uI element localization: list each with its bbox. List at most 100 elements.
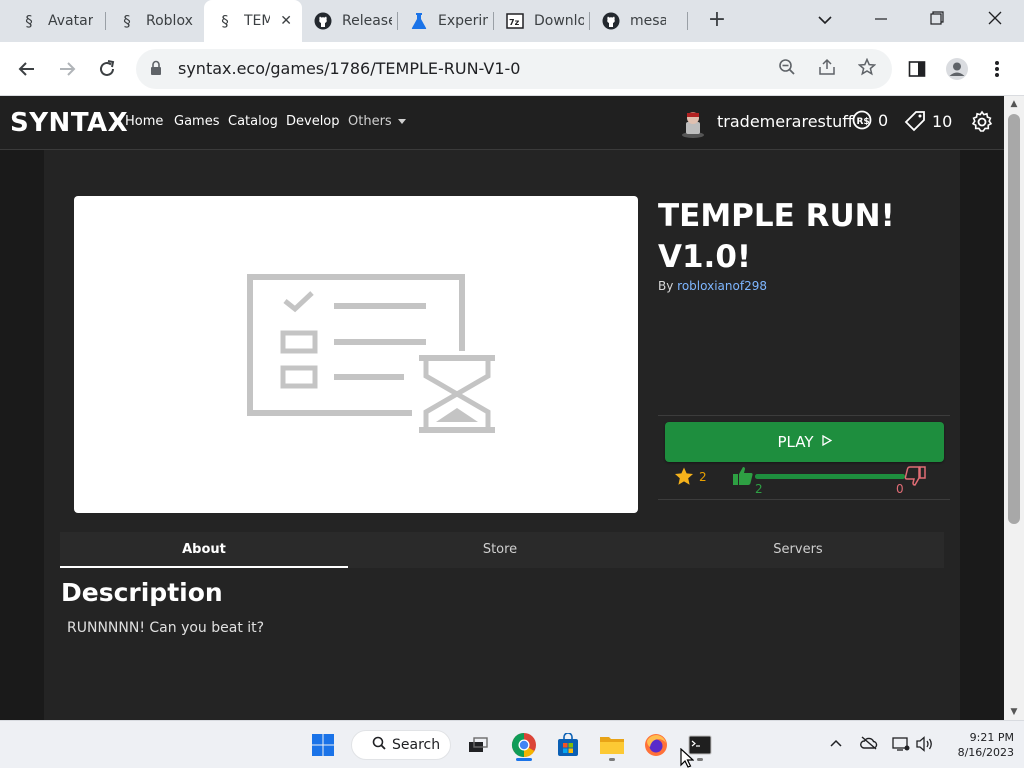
new-tab-button[interactable]: + [704, 8, 730, 34]
close-window-button[interactable] [972, 0, 1018, 40]
browser-tab-active[interactable]: § TEMPLE ✕ [204, 0, 302, 42]
nav-catalog[interactable]: Catalog [228, 114, 278, 129]
close-tab-icon[interactable]: ✕ [280, 13, 292, 29]
favorite-star-icon[interactable] [674, 467, 694, 486]
chevron-down-icon [397, 119, 406, 124]
share-icon[interactable] [816, 58, 838, 80]
chrome-icon[interactable] [508, 729, 540, 761]
description-heading: Description [61, 578, 223, 607]
description-text: RUNNNNN! Can you beat it? [67, 620, 265, 636]
settings-gear-icon[interactable] [970, 110, 994, 134]
restore-button[interactable] [914, 0, 960, 40]
back-arrow-icon[interactable] [12, 54, 42, 84]
game-page-container: TEMPLE RUN! V1.0! By robloxianof298 PLAY… [44, 150, 960, 720]
site-logo[interactable]: SYNTAX [10, 108, 128, 138]
nav-games[interactable]: Games [174, 114, 219, 129]
minimize-button[interactable] [858, 0, 904, 40]
play-label: PLAY [777, 433, 814, 451]
syntax-logo-icon: § [25, 12, 33, 30]
browser-tab-strip: § Avatar § Roblox § TEMPLE ✕ Releases Ex… [0, 0, 1024, 42]
favorite-count: 2 [699, 470, 707, 484]
scroll-down-arrow-icon[interactable]: ▼ [1004, 704, 1024, 720]
syntax-logo-icon: § [221, 12, 229, 30]
robux-balance[interactable]: R$ 0 [852, 110, 888, 130]
tab-servers[interactable]: Servers [654, 532, 942, 568]
page-scrollbar[interactable]: ▲ ▼ [1004, 96, 1024, 720]
play-triangle-icon [821, 434, 832, 449]
volume-icon[interactable] [916, 736, 934, 756]
taskbar-search-button[interactable]: Search [351, 730, 451, 760]
browser-tab[interactable]: § Avatar [8, 0, 106, 42]
nav-home[interactable]: Home [125, 114, 163, 129]
bookmark-star-icon[interactable] [856, 57, 878, 80]
like-ratio-fill [755, 474, 905, 479]
browser-tab[interactable]: § Roblox [106, 0, 204, 42]
flask-icon [410, 12, 428, 30]
nav-others-label: Others [348, 114, 392, 129]
tickets-count: 10 [932, 111, 953, 131]
7zip-icon: 7z [506, 12, 524, 30]
scrollbar-thumb[interactable] [1008, 114, 1020, 524]
thumbs-up-icon[interactable] [732, 466, 754, 486]
microsoft-store-icon[interactable] [552, 729, 584, 761]
game-byline: By robloxianof298 [658, 279, 767, 293]
github-icon [602, 12, 620, 30]
username[interactable]: trademerarestuff [717, 112, 853, 131]
svg-text:R$: R$ [857, 117, 870, 127]
windows-taskbar: Search 9:21 PM 8/16/2023 [0, 720, 1024, 768]
pending-review-placeholder-icon [247, 274, 500, 435]
site-navbar: SYNTAX Home Games Catalog Develop Others… [0, 96, 1004, 150]
game-thumbnail [74, 196, 638, 513]
like-ratio-bar [755, 474, 905, 479]
lock-icon[interactable] [150, 60, 162, 76]
zoom-out-icon[interactable] [776, 58, 798, 80]
tab-store[interactable]: Store [356, 532, 644, 568]
search-label: Search [392, 737, 441, 753]
user-avatar[interactable] [680, 108, 706, 138]
play-button[interactable]: PLAY [665, 422, 944, 462]
tickets-balance[interactable]: 10 [904, 110, 952, 132]
firefox-icon[interactable] [640, 729, 672, 761]
forward-arrow-icon[interactable] [52, 54, 82, 84]
like-count: 2 [755, 482, 763, 496]
dislike-count: 0 [896, 482, 904, 496]
by-label: By [658, 279, 674, 293]
browser-menu-icon[interactable] [984, 56, 1010, 82]
browser-toolbar: syntax.eco/games/1786/TEMPLE-RUN-V1-0 [0, 42, 1024, 96]
scroll-up-arrow-icon[interactable]: ▲ [1004, 96, 1024, 112]
network-icon[interactable] [892, 736, 910, 756]
tab-about[interactable]: About [60, 532, 348, 568]
divider [658, 499, 950, 500]
profile-avatar-icon[interactable] [944, 56, 970, 82]
task-view-icon[interactable] [462, 729, 494, 761]
browser-tab[interactable]: Releases [302, 0, 398, 42]
side-panel-icon[interactable] [904, 56, 930, 82]
divider [658, 415, 950, 416]
thumbs-down-icon[interactable] [904, 466, 926, 486]
nav-develop[interactable]: Develop [286, 114, 340, 129]
show-hidden-icons-chevron-icon[interactable] [830, 735, 842, 751]
robux-icon: R$ [852, 110, 872, 130]
running-app-indicator [697, 758, 703, 761]
svg-text:7z: 7z [509, 18, 520, 27]
system-clock[interactable]: 9:21 PM 8/16/2023 [944, 730, 1014, 760]
browser-tab[interactable]: Experiments [398, 0, 494, 42]
creator-link[interactable]: robloxianof298 [677, 279, 767, 293]
nav-others-dropdown[interactable]: Others [348, 114, 406, 129]
browser-tab[interactable]: 7z Download [494, 0, 590, 42]
page-viewport: SYNTAX Home Games Catalog Develop Others… [0, 96, 1004, 720]
url-text[interactable]: syntax.eco/games/1786/TEMPLE-RUN-V1-0 [178, 49, 520, 89]
reload-icon[interactable] [92, 54, 122, 84]
active-app-indicator [516, 758, 532, 761]
file-explorer-icon[interactable] [596, 729, 628, 761]
tab-search-chevron-icon[interactable] [802, 0, 848, 40]
github-icon [314, 12, 332, 30]
address-bar[interactable]: syntax.eco/games/1786/TEMPLE-RUN-V1-0 [136, 49, 892, 89]
syntax-logo-icon: § [123, 12, 131, 30]
onedrive-offline-icon[interactable] [860, 736, 878, 754]
clock-time: 9:21 PM [969, 731, 1014, 744]
windows-start-icon[interactable] [307, 729, 339, 761]
game-title: TEMPLE RUN! V1.0! [658, 198, 895, 275]
browser-tab[interactable]: mesa-dist [590, 0, 688, 42]
mouse-cursor-icon [680, 748, 694, 768]
